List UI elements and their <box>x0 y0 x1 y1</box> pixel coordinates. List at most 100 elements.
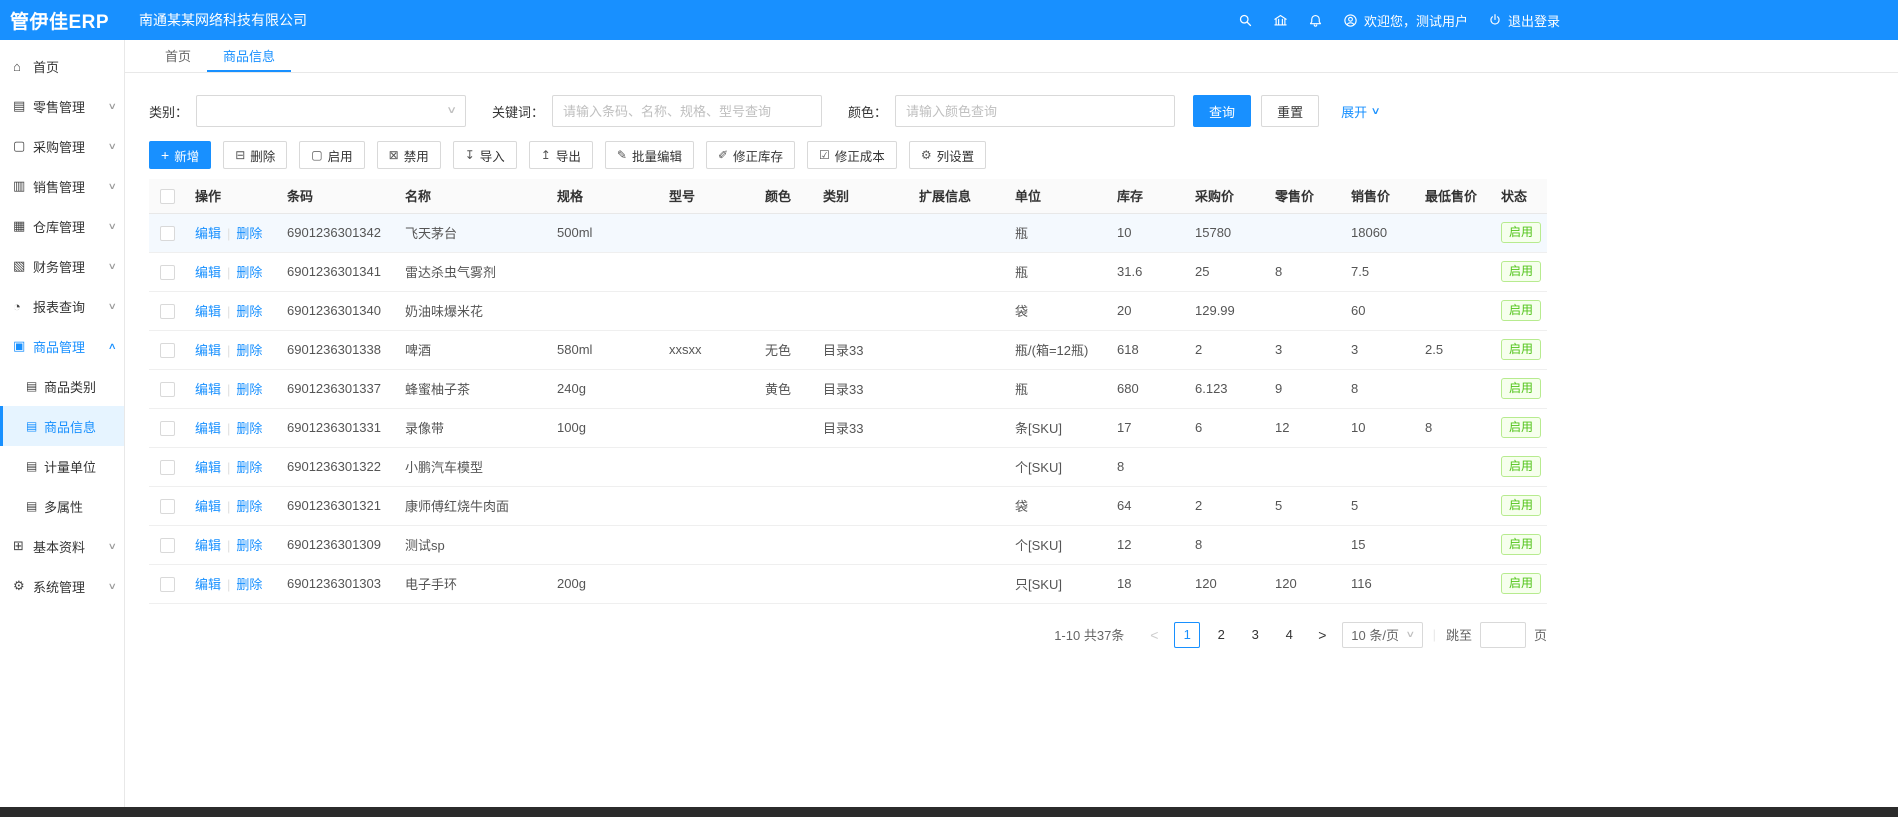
reset-button[interactable]: 重置 <box>1261 95 1319 127</box>
cell-ext <box>909 330 1005 369</box>
table-row: 编辑|删除6901236301342飞天茅台500ml瓶101578018060… <box>149 213 1547 252</box>
page-button-2[interactable]: 2 <box>1208 622 1234 648</box>
sidebar-item-home[interactable]: ⌂首页 <box>0 46 124 86</box>
sidebar-item-goods-category[interactable]: ▤商品类别 <box>0 366 124 406</box>
table-row: 编辑|删除6901236301341雷达杀虫气雾剂瓶31.62587.5启用 <box>149 252 1547 291</box>
delete-link[interactable]: 删除 <box>236 460 262 475</box>
export-button[interactable]: ↥导出 <box>529 141 593 169</box>
row-checkbox[interactable] <box>160 577 175 592</box>
products-table: 操作条码名称规格型号颜色类别扩展信息单位库存采购价零售价销售价最低售价状态编辑|… <box>149 179 1547 604</box>
row-checkbox[interactable] <box>160 421 175 436</box>
row-checkbox[interactable] <box>160 382 175 397</box>
delete-link[interactable]: 删除 <box>236 382 262 397</box>
disable-button[interactable]: ⊠禁用 <box>377 141 441 169</box>
delete-link[interactable]: 删除 <box>236 226 262 241</box>
add-button[interactable]: +新增 <box>149 141 211 169</box>
prev-page-button[interactable]: < <box>1142 622 1166 648</box>
next-page-button[interactable]: > <box>1310 622 1334 648</box>
import-button[interactable]: ↧导入 <box>453 141 517 169</box>
edit-link[interactable]: 编辑 <box>195 538 221 553</box>
home-portal-icon[interactable] <box>1273 13 1288 28</box>
page-button-1[interactable]: 1 <box>1174 622 1200 648</box>
color-input[interactable] <box>895 95 1175 127</box>
table-row: 编辑|删除6901236301321康师傅红烧牛肉面袋64255启用 <box>149 486 1547 525</box>
welcome-user[interactable]: 欢迎您，测试用户 <box>1343 11 1468 30</box>
select-all-checkbox[interactable] <box>160 189 175 204</box>
delete-link[interactable]: 删除 <box>236 499 262 514</box>
cell-model <box>659 369 755 408</box>
chevron-down-icon: ∨ <box>108 261 117 272</box>
search-icon[interactable] <box>1238 13 1253 28</box>
sidebar-item-warehouse[interactable]: ▦仓库管理∨ <box>0 206 124 246</box>
sidebar-item-sales[interactable]: ▥销售管理∨ <box>0 166 124 206</box>
edit-link[interactable]: 编辑 <box>195 577 221 592</box>
keyword-input[interactable] <box>552 95 822 127</box>
row-checkbox[interactable] <box>160 226 175 241</box>
sidebar-item-measure-unit[interactable]: ▤计量单位 <box>0 446 124 486</box>
sidebar-item-goods[interactable]: ▣商品管理∧ <box>0 326 124 366</box>
row-checkbox[interactable] <box>160 265 175 280</box>
edit-link[interactable]: 编辑 <box>195 460 221 475</box>
search-button[interactable]: 查询 <box>1193 95 1251 127</box>
cell-barcode: 6901236301342 <box>277 213 395 252</box>
jump-page-input[interactable] <box>1480 622 1526 648</box>
edit-link[interactable]: 编辑 <box>195 421 221 436</box>
cell-min_price <box>1415 213 1491 252</box>
delete-link[interactable]: 删除 <box>236 577 262 592</box>
enable-button[interactable]: ▢启用 <box>299 141 364 169</box>
page-size-select[interactable]: 10 条/页 ∨ <box>1342 622 1422 648</box>
sidebar-item-system[interactable]: ⚙系统管理∨ <box>0 566 124 606</box>
row-checkbox[interactable] <box>160 538 175 553</box>
cell-stock: 12 <box>1107 525 1185 564</box>
column-settings-button[interactable]: ⚙列设置 <box>909 141 986 169</box>
sidebar-item-purchase[interactable]: ▢采购管理∨ <box>0 126 124 166</box>
fix-stock-button[interactable]: ✐修正库存 <box>706 141 795 169</box>
row-checkbox[interactable] <box>160 499 175 514</box>
sidebar-item-retail[interactable]: ▤零售管理∨ <box>0 86 124 126</box>
delete-link[interactable]: 删除 <box>236 421 262 436</box>
edit-link[interactable]: 编辑 <box>195 226 221 241</box>
row-checkbox[interactable] <box>160 343 175 358</box>
sidebar-item-basic-data[interactable]: ⊞基本资料∨ <box>0 526 124 566</box>
cell-ext <box>909 408 1005 447</box>
cell-name: 录像带 <box>395 408 547 447</box>
cell-retail_price <box>1265 447 1341 486</box>
sidebar-item-multi-attr[interactable]: ▤多属性 <box>0 486 124 526</box>
expand-link[interactable]: 展开 ∨ <box>1341 102 1379 121</box>
delete-link[interactable]: 删除 <box>236 304 262 319</box>
tab-bar: 首页商品信息 <box>125 40 1898 73</box>
cell-sale_price: 8 <box>1341 369 1415 408</box>
sidebar-item-finance[interactable]: ▧财务管理∨ <box>0 246 124 286</box>
page-button-4[interactable]: 4 <box>1276 622 1302 648</box>
tab-home[interactable]: 首页 <box>149 40 207 72</box>
cell-sale_price: 18060 <box>1341 213 1415 252</box>
delete-link[interactable]: 删除 <box>236 343 262 358</box>
column-settings-icon: ⚙ <box>921 149 932 161</box>
edit-link[interactable]: 编辑 <box>195 382 221 397</box>
delete-link[interactable]: 删除 <box>236 265 262 280</box>
cell-retail_price: 5 <box>1265 486 1341 525</box>
sidebar-item-report[interactable]: ◔报表查询∨ <box>0 286 124 326</box>
edit-link[interactable]: 编辑 <box>195 499 221 514</box>
row-checkbox[interactable] <box>160 304 175 319</box>
batch-edit-button[interactable]: ✎批量编辑 <box>605 141 694 169</box>
sidebar-item-goods-info[interactable]: ▤商品信息 <box>0 406 124 446</box>
category-select[interactable]: ∨ <box>196 95 466 127</box>
page-button-3[interactable]: 3 <box>1242 622 1268 648</box>
column-header-unit: 单位 <box>1005 179 1107 213</box>
delete-link[interactable]: 删除 <box>236 538 262 553</box>
edit-link[interactable]: 编辑 <box>195 304 221 319</box>
cell-spec: 100g <box>547 408 659 447</box>
logout-button[interactable]: 退出登录 <box>1488 11 1560 30</box>
tab-goods-info[interactable]: 商品信息 <box>207 40 291 72</box>
fix-cost-button[interactable]: ☑修正成本 <box>807 141 897 169</box>
status-badge: 启用 <box>1501 378 1541 400</box>
edit-link[interactable]: 编辑 <box>195 265 221 280</box>
cell-color <box>755 213 813 252</box>
ops-cell: 编辑|删除 <box>185 252 277 291</box>
edit-link[interactable]: 编辑 <box>195 343 221 358</box>
notifications-bell-icon[interactable] <box>1308 13 1323 28</box>
row-checkbox[interactable] <box>160 460 175 475</box>
delete-button[interactable]: ⊟删除 <box>223 141 287 169</box>
cell-stock: 680 <box>1107 369 1185 408</box>
